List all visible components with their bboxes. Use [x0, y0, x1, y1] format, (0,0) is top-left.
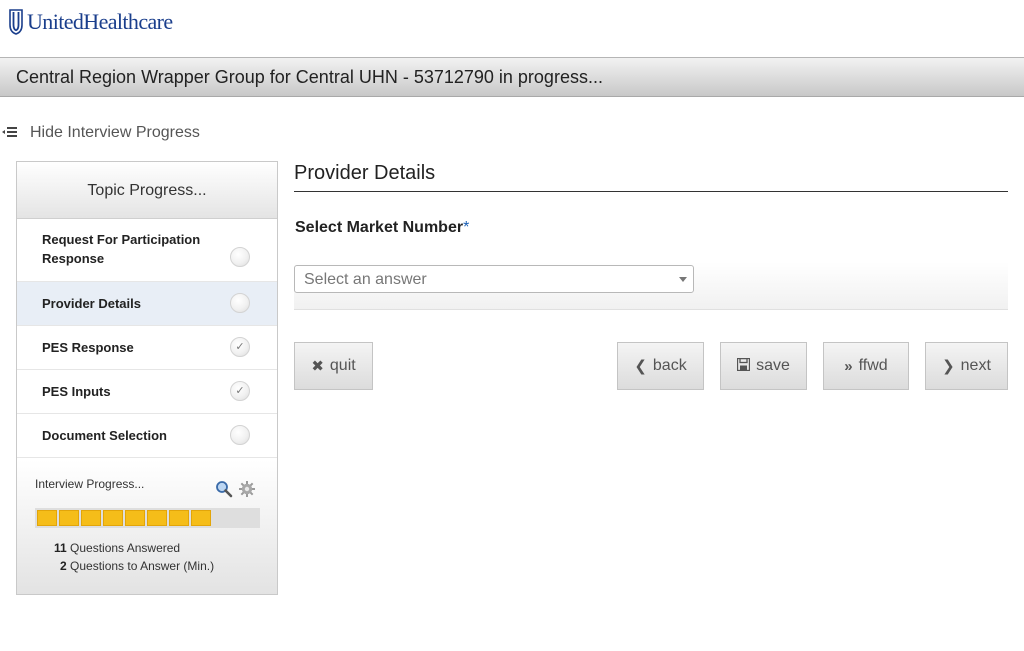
interview-progress-title: Interview Progress... — [35, 477, 145, 491]
questions-remaining-stat: 2 Questions to Answer (Min.) — [60, 559, 214, 573]
questions-remaining-label: Questions to Answer (Min.) — [70, 559, 215, 573]
ffwd-label: ffwd — [858, 357, 888, 374]
unitedhealthcare-logo[interactable]: UnitedHealthcare — [9, 9, 173, 35]
topic-item-request-for-participation-response[interactable]: Request For Participation Response — [17, 219, 277, 282]
progress-segment — [169, 510, 189, 526]
topic-label: Provider Details — [42, 296, 141, 311]
ffwd-button[interactable]: » ffwd — [823, 342, 909, 390]
close-x-icon: ✖ — [311, 358, 324, 375]
select-placeholder: Select an answer — [304, 271, 427, 288]
question-label: Select Market Number* — [295, 219, 469, 237]
progress-segment — [103, 510, 123, 526]
heading-divider — [294, 191, 1008, 192]
questions-answered-stat: 11 Questions Answered — [54, 541, 180, 555]
topic-progress-header: Topic Progress... — [17, 162, 277, 219]
interview-progress-fill — [35, 508, 213, 528]
required-marker: * — [463, 219, 470, 236]
quit-button[interactable]: ✖ quit — [294, 342, 373, 390]
topic-label: Request For Participation Response — [42, 232, 201, 266]
save-label: save — [756, 357, 790, 374]
topic-status-check-icon: ✓ — [230, 381, 250, 401]
caret-down-icon — [679, 277, 687, 282]
topic-progress-title: Topic Progress... — [87, 182, 207, 199]
hamburger-collapse-icon — [2, 125, 20, 141]
back-button[interactable]: ❮ back — [617, 342, 704, 390]
hide-interview-progress-label: Hide Interview Progress — [30, 124, 200, 141]
questions-answered-label: Questions Answered — [70, 541, 181, 555]
topic-item-provider-details[interactable]: Provider Details — [17, 282, 277, 326]
next-label: next — [960, 357, 991, 374]
progress-segment — [37, 510, 57, 526]
double-chevron-right-icon: » — [844, 357, 853, 375]
topic-progress-panel: Topic Progress... Request For Participat… — [16, 161, 278, 595]
topic-status-current-icon — [230, 293, 250, 313]
topic-label: PES Inputs — [42, 384, 111, 399]
chevron-right-icon: ❯ — [942, 358, 955, 375]
next-button[interactable]: ❯ next — [925, 342, 1008, 390]
section-heading: Provider Details — [294, 162, 436, 184]
topic-label: Document Selection — [42, 428, 167, 443]
topic-item-pes-inputs[interactable]: PES Inputs ✓ — [17, 370, 277, 414]
save-button[interactable]: save — [720, 342, 807, 390]
topic-label: PES Response — [42, 340, 134, 355]
back-label: back — [652, 357, 687, 374]
questions-remaining-count: 2 — [60, 559, 67, 573]
gear-icon[interactable] — [238, 480, 256, 498]
questions-answered-count: 11 — [54, 541, 67, 555]
progress-segment — [191, 510, 211, 526]
market-number-select[interactable]: Select an answer — [294, 265, 694, 293]
shield-logo-icon — [9, 9, 23, 35]
logo-text: UnitedHealthcare — [27, 9, 173, 34]
topic-item-pes-response[interactable]: PES Response ✓ — [17, 326, 277, 370]
progress-segment — [147, 510, 167, 526]
floppy-disk-icon — [736, 357, 751, 375]
page-title: Central Region Wrapper Group for Central… — [16, 67, 603, 87]
interview-progress-bar — [35, 508, 260, 528]
question-text: Select Market Number — [295, 219, 464, 236]
chevron-left-icon: ❮ — [634, 358, 647, 375]
logo-bar: UnitedHealthcare — [0, 0, 1024, 57]
magnifier-icon[interactable] — [215, 480, 233, 498]
topic-status-incomplete-icon — [230, 425, 250, 445]
quit-label: quit — [329, 357, 356, 374]
progress-segment — [125, 510, 145, 526]
topic-item-document-selection[interactable]: Document Selection — [17, 414, 277, 458]
topic-status-check-icon: ✓ — [230, 337, 250, 357]
topic-status-incomplete-icon — [230, 247, 250, 267]
hide-interview-progress-toggle[interactable]: Hide Interview Progress — [2, 123, 200, 143]
progress-segment — [81, 510, 101, 526]
progress-segment — [59, 510, 79, 526]
interview-progress-section: Interview Progress... 11 Questions Answe… — [17, 460, 277, 594]
title-bar: Central Region Wrapper Group for Central… — [0, 57, 1024, 97]
